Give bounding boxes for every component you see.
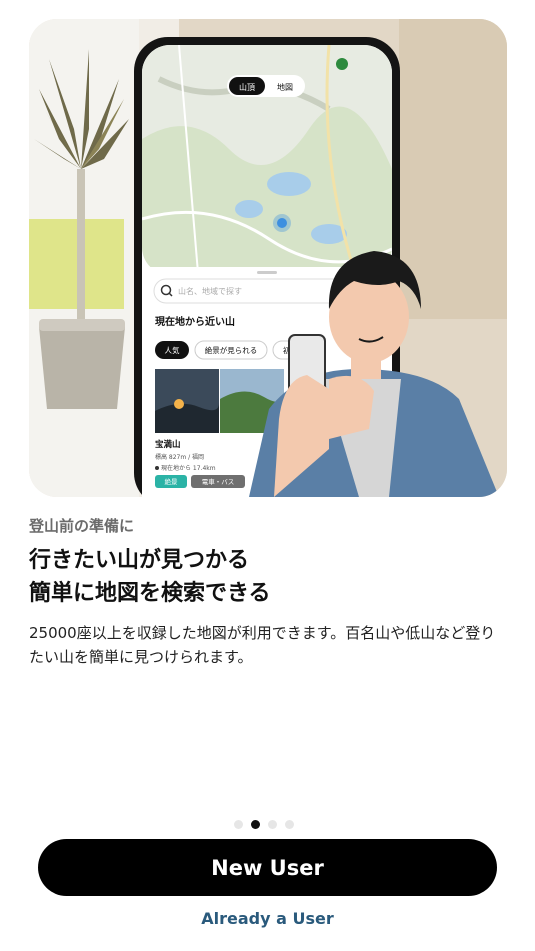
headline-line-1: 行きたい山が見つかる (29, 548, 250, 573)
mountain-distance: 現在地から 17.4km (161, 464, 216, 472)
page-dot-4[interactable] (285, 820, 294, 829)
already-user-link[interactable]: Already a User (0, 909, 535, 928)
tag-scenic: 絶景 (165, 477, 179, 486)
nearby-heading: 現在地から近い山 (155, 315, 235, 328)
description-text: 25000座以上を収録した地図が利用できます。百名山や低山など登りたい山を簡単に… (29, 624, 496, 666)
pagination-dots (234, 820, 294, 830)
headline-line-2: 簡単に地図を検索できる (29, 581, 271, 606)
tag-transit: 電車・バス (202, 477, 235, 486)
new-user-button[interactable]: New User (38, 839, 497, 896)
map-search-input[interactable]: 山名、地域で探す (178, 286, 242, 296)
hero-illustration: 山頂 地図 山名、地域で探す 現在地から近い山 人気 絶景が見られる 初 宝満山… (29, 19, 507, 497)
section-subtitle: 登山前の準備に (29, 517, 135, 535)
mountain-elevation: 標高 827m / 福岡 (155, 453, 204, 461)
chip-popular[interactable]: 人気 (165, 345, 180, 355)
page-dot-1[interactable] (234, 820, 243, 829)
page-dot-2[interactable] (251, 820, 260, 829)
page-dot-3[interactable] (268, 820, 277, 829)
chip-scenic[interactable]: 絶景が見られる (205, 345, 258, 355)
headline: 行きたい山が見つかる 簡単に地図を検索できる (29, 544, 509, 610)
pin-icon (155, 466, 159, 470)
mountain-name: 宝満山 (155, 439, 181, 450)
map-tab-map[interactable]: 地図 (277, 82, 293, 92)
onboarding-illustration: 山頂 地図 山名、地域で探す 現在地から近い山 人気 絶景が見られる 初 宝満山… (29, 19, 507, 497)
map-tab-summit[interactable]: 山頂 (239, 82, 255, 92)
